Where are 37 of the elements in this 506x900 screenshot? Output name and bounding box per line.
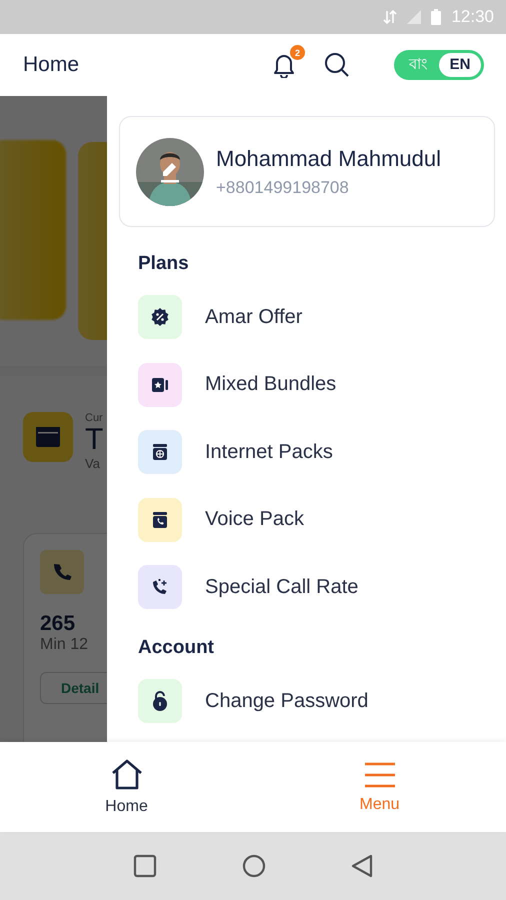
globe-box-icon	[150, 442, 170, 462]
language-option[interactable]: EN	[439, 53, 481, 77]
profile-card[interactable]: Mohammad Mahmudul +8801499198708	[119, 116, 495, 227]
menu-item[interactable]: Voice Pack	[138, 498, 304, 542]
battery-icon	[431, 9, 442, 25]
nav-tab[interactable]: Home	[0, 742, 253, 832]
section-heading: Plans	[138, 253, 190, 275]
notification-badge: 2	[290, 45, 305, 60]
page-title: Home	[23, 53, 80, 77]
phone-box-icon	[150, 510, 170, 530]
menu-item[interactable]: Change Password	[138, 679, 368, 723]
recents-icon[interactable]	[132, 854, 157, 878]
network-icon	[383, 9, 398, 25]
menu-item[interactable]: Special Call Rate	[138, 565, 358, 609]
balance-label: Cur	[85, 412, 104, 424]
section-heading: Account	[138, 637, 215, 659]
minutes-note: Min 12	[40, 636, 90, 654]
balance-value: T	[85, 424, 104, 456]
menu-item[interactable]: Internet Packs	[138, 430, 333, 474]
language-toggle[interactable]: বাং EN	[394, 50, 484, 80]
minutes-value: 265	[40, 612, 76, 636]
wallet-icon	[23, 412, 73, 462]
padlock-icon	[150, 690, 170, 712]
phone-number: +8801499198708	[216, 178, 350, 198]
menu-icon	[362, 760, 396, 790]
home-circle-icon[interactable]	[242, 854, 266, 878]
validity-text: Va	[85, 456, 101, 471]
search-icon[interactable]	[324, 52, 350, 78]
badge-percent-icon	[150, 307, 170, 327]
home-icon	[110, 758, 144, 792]
user-name: Mohammad Mahmudul	[216, 146, 441, 172]
signal-icon	[407, 10, 422, 24]
menu-item[interactable]: Mixed Bundles	[138, 362, 336, 406]
menu-item[interactable]: Amar Offer	[138, 295, 302, 339]
back-icon[interactable]	[351, 854, 374, 878]
phone-icon	[40, 550, 84, 594]
bell-icon[interactable]	[272, 52, 296, 78]
